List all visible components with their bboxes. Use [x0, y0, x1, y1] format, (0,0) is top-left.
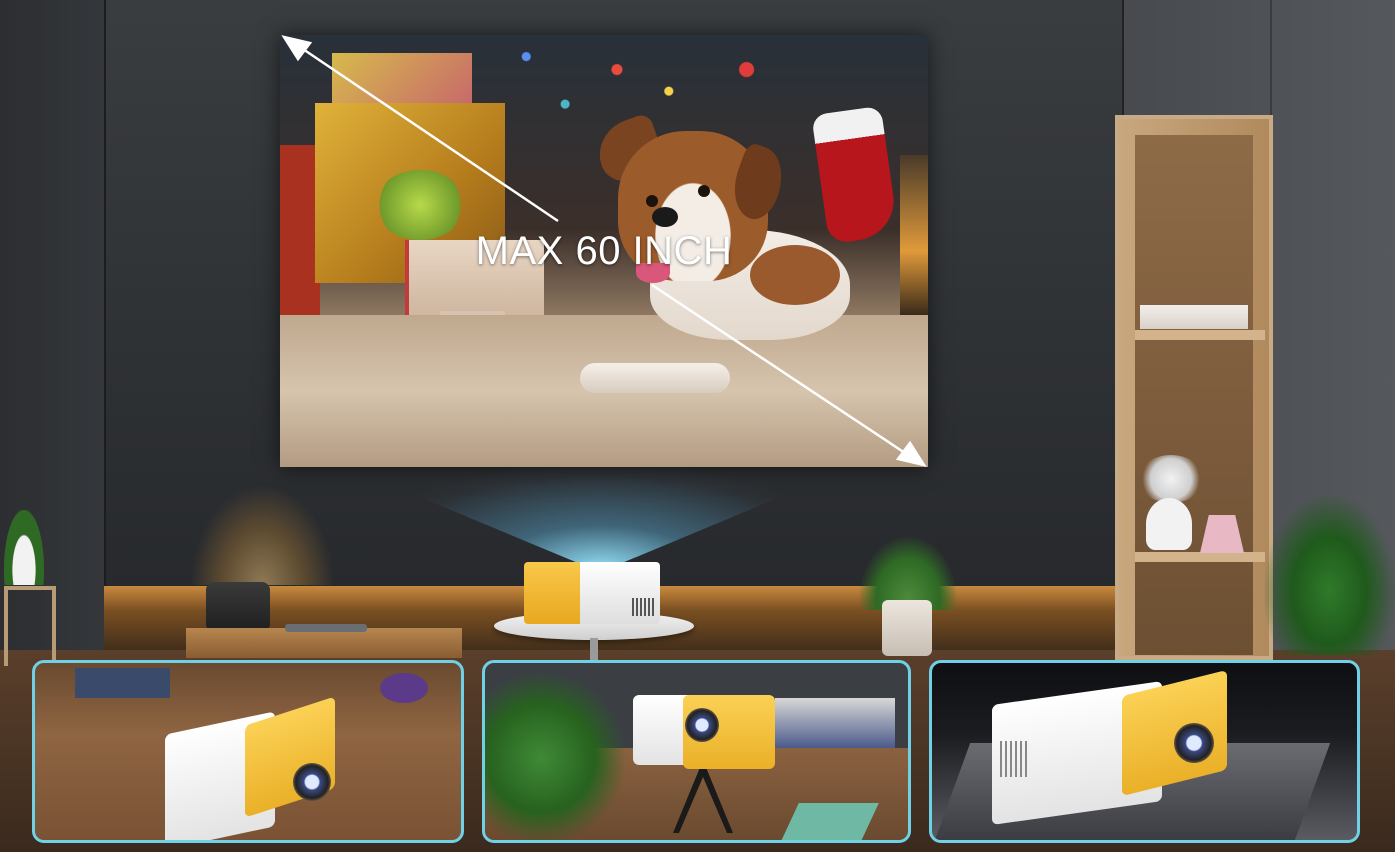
shelf-board — [1135, 330, 1265, 340]
arrow-line-upper — [293, 41, 559, 223]
thumbnail-books — [775, 698, 895, 748]
remote-control — [285, 624, 367, 632]
thumbnail-notebook — [781, 803, 879, 840]
product-hero-image: MAX 60 INCH — [0, 0, 1395, 852]
thumbnail-books — [75, 668, 170, 698]
dried-plant — [190, 485, 335, 585]
vase-left — [206, 582, 270, 632]
projector-yellow-body — [524, 562, 582, 624]
thumbnail-dark-studio — [929, 660, 1360, 843]
arrow-head-top-left — [281, 35, 313, 62]
thumbnail-vase — [380, 673, 428, 703]
shelf-vase-white — [1146, 498, 1192, 550]
projector-stand-pole — [590, 638, 598, 662]
projector-lens-icon — [685, 708, 719, 742]
potted-plant-right — [858, 535, 958, 610]
projector-lens-icon — [293, 763, 331, 801]
side-table-left — [4, 586, 56, 666]
plant-far-left — [4, 510, 44, 585]
projected-screen: MAX 60 INCH — [280, 35, 928, 467]
shelf-books — [1140, 305, 1248, 329]
tripod-icon — [673, 763, 733, 833]
thumbnail-tripod — [482, 660, 911, 843]
plant-far-right — [1264, 495, 1395, 655]
bookshelf-back — [1135, 135, 1253, 655]
shelf-board — [1135, 552, 1265, 562]
arrow-line-lower — [651, 283, 915, 461]
thumbnail-wood-table — [32, 660, 464, 843]
arrow-head-bottom-right — [895, 440, 927, 467]
screen-size-caption: MAX 60 INCH — [475, 229, 733, 273]
projector-vent — [632, 598, 654, 616]
projector-vent — [1000, 741, 1028, 777]
shelf-flowers — [1138, 455, 1204, 503]
plant-pot-right — [882, 600, 932, 656]
sideboard — [186, 628, 462, 658]
thumbnail-plant — [485, 673, 625, 840]
projector-lens-icon — [1174, 723, 1214, 763]
